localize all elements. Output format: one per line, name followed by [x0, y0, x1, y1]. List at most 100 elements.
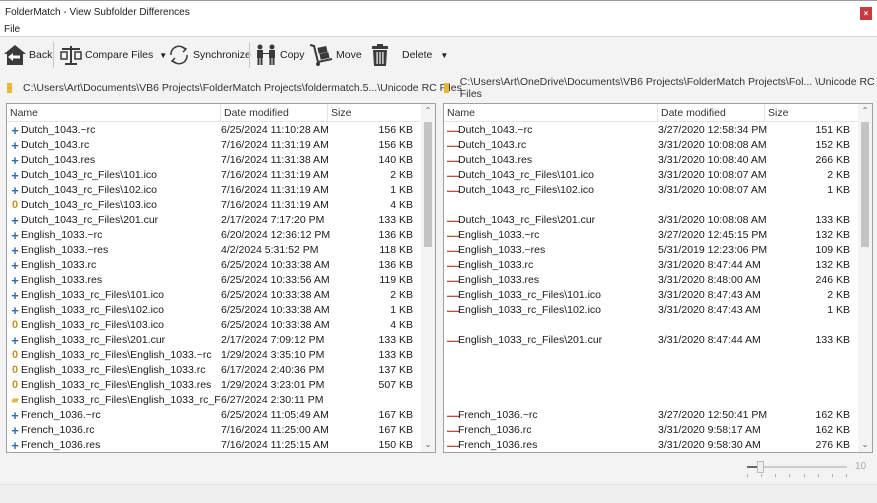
left-file-list[interactable]: Name Date modified Size + Dutch_1043.~rc 6… [6, 103, 436, 453]
right-file-list[interactable]: Name Date modified Size — Dutch_1043.~rc 3… [443, 103, 873, 453]
delete-button[interactable]: Delete ▼ [370, 41, 448, 69]
table-row[interactable]: — English_1033_rc_Files\101.ico 3/31/2020 … [444, 288, 858, 303]
date-modified: 6/27/2024 2:30:11 PM [221, 394, 324, 406]
table-row[interactable]: 0 English_1033_rc_Files\English_1033.rc 6/… [7, 363, 421, 378]
table-row[interactable]: — Dutch_1043_rc_Files\201.cur 3/31/2020 10… [444, 213, 858, 228]
file-size: 167 KB [378, 409, 413, 421]
back-button[interactable]: Back [3, 41, 52, 69]
left-rows: + Dutch_1043.~rc 6/25/2024 11:10:28 AM 156 … [7, 123, 421, 453]
file-size: 1 KB [390, 304, 413, 316]
column-header: Name Date modified Size [444, 104, 858, 122]
chevron-down-icon[interactable]: ▼ [159, 51, 167, 60]
synchronize-label: Synchronize [193, 49, 251, 61]
scroll-down-icon[interactable]: ⌄ [421, 438, 435, 452]
table-row[interactable]: — French_1036.rc 3/31/2020 9:58:17 AM 162 K… [444, 423, 858, 438]
removed-minus-icon: — [447, 138, 460, 153]
title-bar: FolderMatch - View Subfolder Differences… [0, 0, 877, 23]
scroll-up-icon[interactable]: ⌃ [421, 104, 435, 118]
column-size[interactable]: Size [328, 104, 421, 122]
table-row[interactable]: + Dutch_1043.~rc 6/25/2024 11:10:28 AM 156 … [7, 123, 421, 138]
slider-value: 10 [855, 461, 867, 472]
table-row[interactable]: — French_1036.res 3/31/2020 9:58:30 AM 276 … [444, 438, 858, 452]
table-row[interactable]: — English_1033.~res 5/31/2019 12:23:06 PM 1… [444, 243, 858, 258]
date-modified: 3/31/2020 8:47:43 AM [658, 304, 761, 316]
table-row[interactable]: + French_1036.~rc 6/25/2024 11:05:49 AM 167… [7, 408, 421, 423]
unique-zero-icon: 0 [11, 379, 19, 391]
column-name[interactable]: Name [7, 104, 221, 122]
file-name: English_1033_rc_Files\201.cur [21, 334, 166, 346]
table-row[interactable]: 0 English_1033_rc_Files\English_1033.~rc 1… [7, 348, 421, 363]
file-size: 246 KB [815, 274, 850, 286]
synchronize-button[interactable]: Synchronize [167, 41, 251, 69]
table-row[interactable]: + English_1033.~rc 6/20/2024 12:36:12 PM 13… [7, 228, 421, 243]
table-row[interactable]: — Dutch_1043.rc 3/31/2020 10:08:08 AM 152 K… [444, 138, 858, 153]
slider-thumb[interactable] [757, 461, 764, 473]
table-row[interactable]: — Dutch_1043.~rc 3/27/2020 12:58:34 PM 151 … [444, 123, 858, 138]
scroll-thumb[interactable] [861, 122, 869, 247]
table-row[interactable]: — English_1033.rc 3/31/2020 8:47:44 AM 132 … [444, 258, 858, 273]
table-row[interactable]: — English_1033.res 3/31/2020 8:48:00 AM 246… [444, 273, 858, 288]
table-row[interactable]: + English_1033_rc_Files\101.ico 6/25/2024 … [7, 288, 421, 303]
table-row[interactable]: + English_1033.~res 4/2/2024 5:31:52 PM 118… [7, 243, 421, 258]
table-row[interactable]: + English_1033.rc 6/25/2024 10:33:38 AM 136… [7, 258, 421, 273]
date-modified: 3/31/2020 9:58:17 AM [658, 424, 761, 436]
slider-ticks [747, 474, 847, 478]
column-date-modified[interactable]: Date modified [221, 104, 328, 122]
table-row[interactable]: + English_1033_rc_Files\201.cur 2/17/2024 … [7, 333, 421, 348]
file-size: 118 KB [379, 244, 413, 256]
table-row[interactable]: + French_1036.res 7/16/2024 11:25:15 AM 150… [7, 438, 421, 453]
added-plus-icon: + [11, 123, 19, 138]
table-row[interactable]: — English_1033.~rc 3/27/2020 12:45:15 PM 13… [444, 228, 858, 243]
menu-file[interactable]: File [4, 24, 20, 35]
copy-button[interactable]: Copy [254, 41, 305, 69]
file-name: French_1036.rc [458, 424, 532, 436]
right-path: C:\Users\Art\OneDrive\Documents\VB6 Proj… [444, 76, 877, 100]
table-row[interactable]: + Dutch_1043_rc_Files\101.ico 7/16/2024 11… [7, 168, 421, 183]
date-modified: 6/25/2024 10:33:38 AM [221, 259, 330, 271]
table-row[interactable]: + English_1033_rc_Files\102.ico 6/25/2024 … [7, 303, 421, 318]
date-modified: 7/16/2024 11:25:00 AM [221, 424, 329, 436]
removed-minus-icon: — [447, 243, 460, 258]
table-row[interactable]: 0 Dutch_1043_rc_Files\103.ico 7/16/2024 11… [7, 198, 421, 213]
scroll-down-icon[interactable]: ⌄ [858, 438, 872, 452]
table-row[interactable]: — Dutch_1043_rc_Files\102.ico 3/31/2020 10… [444, 183, 858, 198]
file-size: 1 KB [390, 184, 413, 196]
table-row[interactable]: + Dutch_1043_rc_Files\201.cur 2/17/2024 7:… [7, 213, 421, 228]
scroll-up-icon[interactable]: ⌃ [858, 104, 872, 118]
toolbar: Back Compare Files ▼ Synchronize Copy Mo… [0, 38, 877, 72]
zoom-slider[interactable]: 10 [747, 460, 866, 480]
table-row[interactable]: — Dutch_1043_rc_Files\101.ico 3/31/2020 10… [444, 168, 858, 183]
file-name: English_1033_rc_Files\103.ico [21, 319, 165, 331]
table-row[interactable]: ▰ English_1033_rc_Files\English_1033_rc_F… [7, 393, 421, 408]
chevron-down-icon[interactable]: ▼ [440, 51, 448, 60]
added-plus-icon: + [11, 438, 19, 453]
date-modified: 1/29/2024 3:23:01 PM [221, 379, 325, 391]
column-size[interactable]: Size [765, 104, 858, 122]
table-row[interactable]: + Dutch_1043_rc_Files\102.ico 7/16/2024 11… [7, 183, 421, 198]
column-name[interactable]: Name [444, 104, 658, 122]
table-row[interactable]: + Dutch_1043.rc 7/16/2024 11:31:19 AM 156 K… [7, 138, 421, 153]
table-row[interactable]: — Dutch_1043.res 3/31/2020 10:08:40 AM 266 … [444, 153, 858, 168]
table-row[interactable]: + Dutch_1043.res 7/16/2024 11:31:38 AM 140 … [7, 153, 421, 168]
table-row[interactable]: — English_1033_rc_Files\102.ico 3/31/2020 … [444, 303, 858, 318]
compare-files-button[interactable]: Compare Files ▼ [59, 41, 167, 69]
table-row[interactable]: + French_1036.rc 7/16/2024 11:25:00 AM 167 … [7, 423, 421, 438]
column-date-modified[interactable]: Date modified [658, 104, 765, 122]
file-name: English_1033.~res [21, 244, 109, 256]
file-size: 4 KB [390, 319, 413, 331]
file-size: 2 KB [390, 169, 413, 181]
table-row[interactable]: + English_1033.res 6/25/2024 10:33:56 AM 11… [7, 273, 421, 288]
close-button[interactable]: × [860, 7, 872, 20]
removed-minus-icon: — [447, 228, 460, 243]
table-row[interactable]: 0 English_1033_rc_Files\103.ico 6/25/2024 … [7, 318, 421, 333]
right-scrollbar[interactable]: ⌃ ⌄ [858, 104, 872, 452]
table-row[interactable]: — English_1033_rc_Files\201.cur 3/31/2020 … [444, 333, 858, 348]
left-scrollbar[interactable]: ⌃ ⌄ [421, 104, 435, 452]
date-modified: 6/25/2024 10:33:38 AM [221, 319, 330, 331]
added-plus-icon: + [11, 288, 19, 303]
table-row[interactable]: 0 English_1033_rc_Files\English_1033.res 1… [7, 378, 421, 393]
table-row[interactable]: — French_1036.~rc 3/27/2020 12:50:41 PM 162… [444, 408, 858, 423]
move-button[interactable]: Move [308, 41, 362, 69]
file-size: 151 KB [815, 124, 850, 136]
scroll-thumb[interactable] [424, 122, 432, 247]
